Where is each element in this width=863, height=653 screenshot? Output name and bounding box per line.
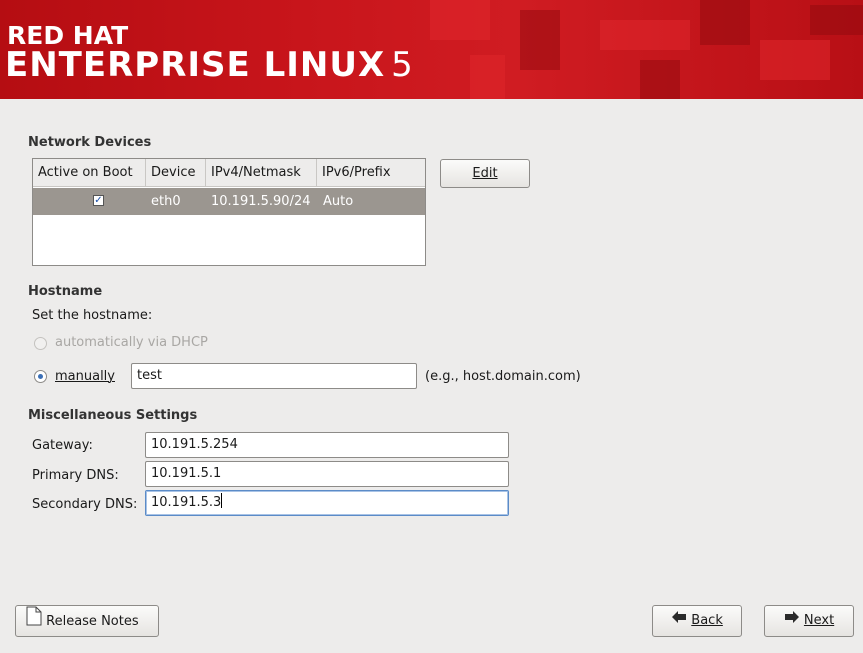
next-label: Next [803, 613, 835, 628]
hostname-input[interactable]: test [131, 363, 417, 389]
release-notes-button[interactable]: Release Notes [15, 605, 159, 637]
secondary-dns-input[interactable]: 10.191.5.3 [145, 490, 509, 516]
manual-radio[interactable] [34, 370, 47, 383]
network-devices-title: Network Devices [28, 135, 152, 150]
secondary-dns-value: 10.191.5.3 [151, 495, 222, 510]
gateway-label: Gateway: [32, 438, 93, 453]
product-title: ENTERPRISE LINUX [5, 45, 386, 85]
header-banner: RED HAT ENTERPRISE LINUX 5 [0, 0, 863, 99]
product-version: 5 [391, 45, 414, 85]
hostname-title: Hostname [28, 284, 103, 299]
hostname-example: (e.g., host.domain.com) [425, 369, 581, 384]
primary-dns-label: Primary DNS: [32, 468, 119, 483]
release-notes-label: Release Notes [46, 614, 139, 629]
misc-settings-title: Miscellaneous Settings [28, 408, 198, 423]
secondary-dns-label: Secondary DNS: [32, 497, 138, 512]
document-icon [26, 606, 42, 638]
gateway-input[interactable]: 10.191.5.254 [145, 432, 509, 458]
column-header-ipv4[interactable]: IPv4/Netmask [206, 159, 317, 187]
row-device: eth0 [151, 194, 181, 209]
network-devices-table[interactable]: Active on Boot Device IPv4/Netmask IPv6/… [32, 158, 426, 266]
row-ipv4: 10.191.5.90/24 [211, 194, 311, 209]
table-header: Active on Boot Device IPv4/Netmask IPv6/… [33, 159, 425, 187]
hostname-prompt: Set the hostname: [32, 308, 153, 323]
arrow-left-icon [671, 606, 687, 636]
column-header-device[interactable]: Device [146, 159, 206, 187]
text-caret [221, 493, 223, 508]
dhcp-radio[interactable] [34, 337, 47, 350]
next-button[interactable]: Next [764, 605, 854, 637]
edit-button[interactable]: Edit [440, 159, 530, 188]
manual-radio-label: manually [55, 369, 115, 384]
dhcp-radio-label: automatically via DHCP [55, 335, 208, 350]
column-header-ipv6[interactable]: IPv6/Prefix [317, 159, 425, 187]
active-on-boot-checkbox[interactable]: ✓ [93, 195, 104, 206]
edit-button-label: Edit [472, 166, 498, 181]
arrow-right-icon [784, 606, 800, 636]
row-ipv6: Auto [323, 194, 354, 209]
product-name: ENTERPRISE LINUX 5 [5, 45, 414, 85]
back-label: Back [691, 613, 723, 628]
primary-dns-input[interactable]: 10.191.5.1 [145, 461, 509, 487]
table-row[interactable]: ✓ eth0 10.191.5.90/24 Auto [33, 188, 425, 215]
back-button[interactable]: Back [652, 605, 742, 637]
column-header-active[interactable]: Active on Boot [33, 159, 146, 187]
